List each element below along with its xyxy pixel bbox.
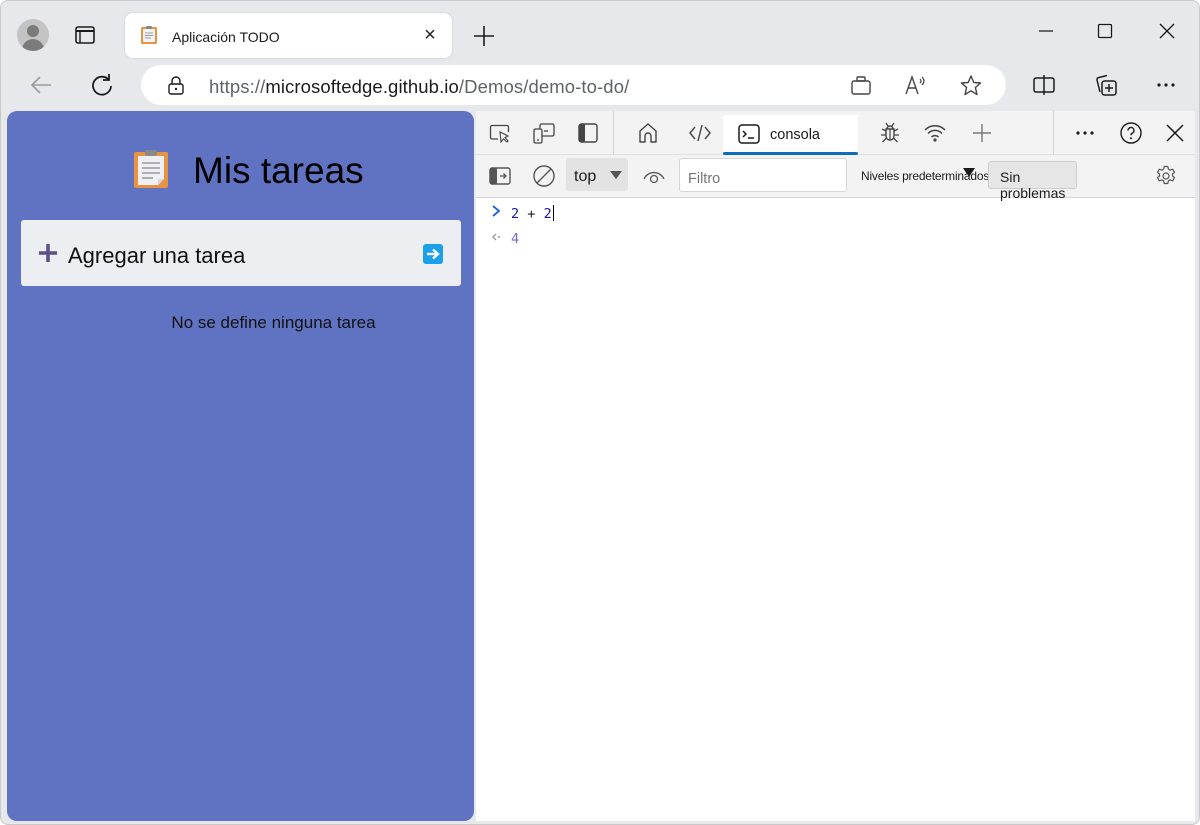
lock-icon[interactable] — [167, 75, 185, 95]
more-tools-plus-icon[interactable] — [970, 121, 994, 145]
issues-button[interactable]: Sin problemas — [988, 161, 1077, 201]
tab-title: Aplicación TODO — [172, 29, 280, 45]
app-title: Mis tareas — [193, 150, 364, 191]
code-icon[interactable] — [688, 121, 712, 145]
devtools-panel: consola top Filtro Niveles predeterminad… — [476, 111, 1195, 821]
tab-actions-icon[interactable] — [74, 25, 96, 45]
help-icon[interactable] — [1119, 121, 1143, 145]
url-text[interactable]: https://microsoftedge.github.io/Demos/de… — [209, 76, 629, 98]
navigation-bar: https://microsoftedge.github.io/Demos/de… — [1, 61, 1199, 109]
clear-console-icon[interactable] — [532, 164, 556, 188]
console-icon — [738, 124, 760, 144]
chevron-right-icon — [492, 205, 501, 217]
collections-icon[interactable] — [1093, 72, 1119, 98]
browser-tab-active[interactable]: Aplicación TODO × — [125, 13, 452, 58]
more-options-icon[interactable] — [1073, 121, 1097, 145]
close-devtools-icon[interactable] — [1163, 121, 1187, 145]
arrow-right-icon — [427, 248, 440, 260]
new-tab-plus-icon[interactable] — [471, 23, 497, 49]
todo-app: Mis tareas Agregar una tarea No se defin… — [7, 111, 474, 821]
console-result-value: 4 — [511, 231, 520, 247]
profile-avatar-icon[interactable] — [17, 19, 49, 51]
context-value: top — [574, 168, 597, 185]
chevron-down-icon — [963, 168, 975, 177]
divider — [613, 111, 614, 155]
read-aloud-icon[interactable] — [904, 74, 928, 96]
device-emulation-icon[interactable] — [532, 121, 556, 145]
divider — [1053, 111, 1054, 155]
close-tab-icon[interactable]: × — [419, 24, 441, 46]
filter-input[interactable] — [679, 158, 847, 192]
tab-console[interactable]: consola — [723, 115, 858, 155]
address-bar[interactable]: https://microsoftedge.github.io/Demos/de… — [141, 65, 1006, 105]
url-scheme: https:// — [209, 76, 266, 97]
add-task-placeholder: Agregar una tarea — [68, 243, 246, 268]
maximize-icon[interactable] — [1095, 21, 1115, 41]
plus-icon — [39, 244, 57, 262]
submit-task-button[interactable] — [423, 244, 443, 264]
browser-window: Aplicación TODO × https://microsoftedge.… — [0, 0, 1200, 825]
empty-tasks-message: No se define ninguna tarea — [171, 313, 376, 332]
clipboard-icon — [141, 26, 157, 44]
console-toolbar: top Niveles predeterminados Sin problema… — [476, 155, 1195, 201]
arrow-left-icon[interactable] — [28, 72, 54, 98]
gear-icon[interactable] — [1154, 164, 1178, 188]
split-screen-icon[interactable] — [1031, 72, 1057, 98]
minimize-icon[interactable] — [1036, 21, 1056, 41]
tab-console-label: consola — [770, 127, 820, 143]
console-result-line: 4 — [476, 228, 1195, 250]
dock-side-icon[interactable] — [576, 121, 600, 145]
add-task-input[interactable]: Agregar una tarea — [21, 220, 461, 286]
more-icon[interactable] — [1153, 72, 1179, 98]
home-icon[interactable] — [636, 121, 660, 145]
console-operand-left: 2 — [511, 206, 520, 222]
star-icon[interactable] — [959, 74, 983, 96]
console-operand-right: 2 — [543, 206, 552, 222]
live-expression-eye-icon[interactable] — [642, 164, 666, 188]
text-caret — [552, 205, 554, 221]
url-path: /Demos/demo-to-do/ — [458, 76, 630, 97]
inspect-icon[interactable] — [488, 121, 512, 145]
show-sidebar-icon[interactable] — [488, 164, 512, 188]
bug-icon[interactable] — [878, 121, 902, 145]
content-area: Mis tareas Agregar una tarea No se defin… — [7, 111, 1195, 821]
shopping-bag-icon[interactable] — [849, 74, 873, 96]
url-host: microsoftedge.github.io — [265, 76, 459, 97]
devtools-tab-bar: consola — [476, 111, 1195, 155]
refresh-icon[interactable] — [89, 72, 115, 98]
title-bar: Aplicación TODO × — [1, 1, 1199, 61]
result-arrow-icon — [492, 233, 500, 241]
console-operator: + — [527, 206, 536, 222]
context-selector[interactable]: top — [566, 158, 628, 191]
console-output[interactable]: 2 + 2 4 — [476, 199, 1195, 821]
app-header: Mis tareas — [7, 145, 474, 195]
clipboard-icon — [134, 150, 168, 188]
chevron-down-icon — [610, 171, 622, 179]
console-input-line[interactable]: 2 + 2 — [476, 202, 1195, 224]
window-close-icon[interactable] — [1157, 21, 1177, 41]
wifi-icon[interactable] — [923, 121, 947, 145]
